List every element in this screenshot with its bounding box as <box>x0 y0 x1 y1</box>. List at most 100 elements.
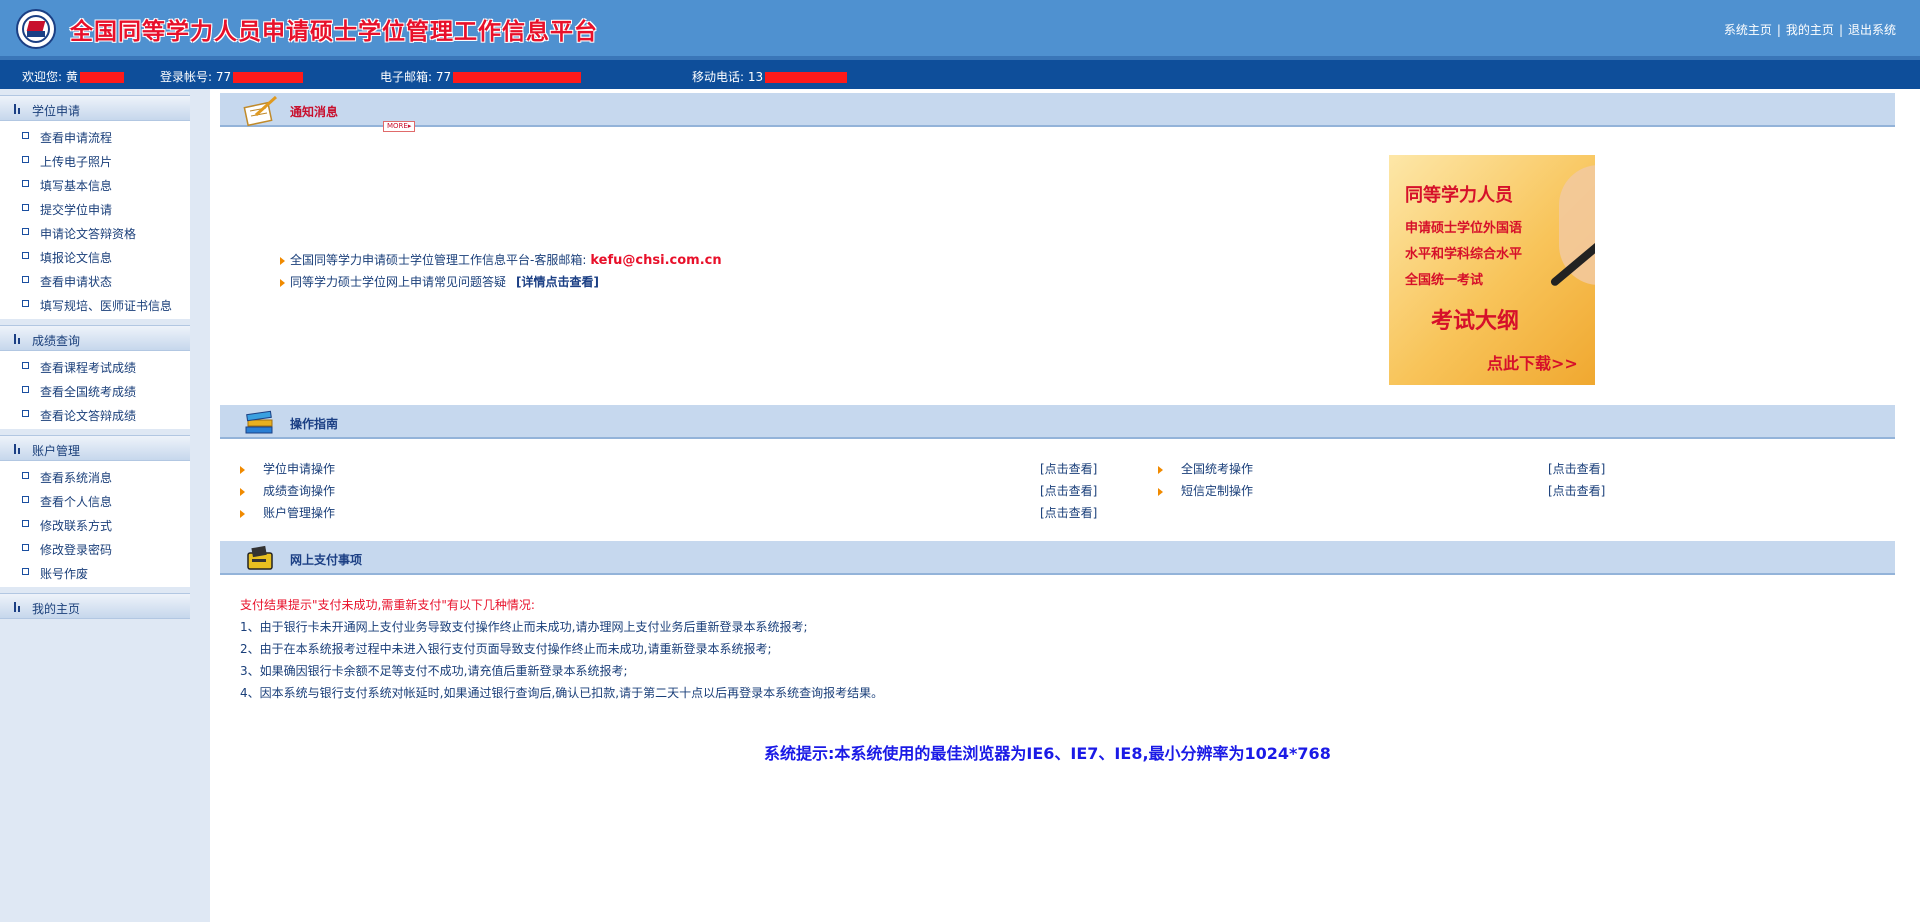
top-links: 系统主页 | 我的主页 | 退出系统 <box>1724 21 1896 38</box>
sidebar-item-label: 修改联系方式 <box>40 519 113 533</box>
link-separator: | <box>1838 23 1843 37</box>
link-separator: | <box>1776 23 1781 37</box>
sidebar-item[interactable]: 查看系统消息 <box>0 464 190 488</box>
guide-item-label: 账户管理操作 <box>263 506 336 520</box>
books-icon <box>245 410 273 434</box>
payment-note: 4、因本系统与银行支付系统对帐延时,如果通过银行查询后,确认已扣款,请于第二天十… <box>240 686 884 700</box>
sidebar-item-label: 填报论文信息 <box>40 251 113 265</box>
payment-note: 2、由于在本系统报考过程中未进入银行支付页面导致支付操作终止而未成功,请重新登录… <box>240 642 772 656</box>
square-bullet-icon <box>22 276 29 283</box>
sidebar-item[interactable]: 账号作废 <box>0 560 190 584</box>
sidebar-item[interactable]: 查看个人信息 <box>0 488 190 512</box>
system-home-link[interactable]: 系统主页 <box>1724 23 1772 37</box>
sidebar-section-header[interactable]: 学位申请 <box>0 95 190 121</box>
guide-view-link[interactable]: [点击查看] <box>1040 460 1097 477</box>
sidebar-menu: 学位申请查看申请流程 上传电子照片填写基本信息 提交学位申请申请论文答辩资格填报论文… <box>0 89 190 619</box>
square-bullet-icon <box>22 568 29 575</box>
guide-item-label: 短信定制操作 <box>1181 484 1254 498</box>
bar-chart-icon <box>14 444 22 454</box>
welcome-info: 欢迎您: 黄 <box>22 68 124 85</box>
notice-title: 通知消息 <box>290 105 339 119</box>
sidebar-item-label: 查看全国统考成绩 <box>40 385 137 399</box>
sidebar-section-items: 查看课程考试成绩查看全国统考成绩 查看论文答辩成绩 <box>0 351 190 429</box>
site-logo <box>16 9 56 49</box>
arrow-bullet-icon <box>1158 487 1163 496</box>
sidebar-item[interactable]: 修改登录密码 <box>0 536 190 560</box>
sidebar-item-label: 提交学位申请 <box>40 203 113 217</box>
payment-panel-header: 网上支付事项 <box>220 541 1895 575</box>
sidebar-item[interactable]: 上传电子照片 <box>0 148 190 172</box>
sidebar-item[interactable]: 查看申请状态 <box>0 268 190 292</box>
square-bullet-icon <box>22 300 29 307</box>
sidebar-section-label: 我的主页 <box>32 602 81 616</box>
banner-download-link[interactable]: 点此下载>> <box>1487 350 1578 374</box>
email-value: 77 <box>435 70 452 84</box>
sidebar: 学位申请查看申请流程 上传电子照片填写基本信息 提交学位申请申请论文答辩资格填报论文… <box>0 89 210 922</box>
guide-view-link[interactable]: [点击查看] <box>1040 504 1097 521</box>
payment-note: 3、如果确因银行卡余额不足等支付不成功,请充值后重新登录本系统报考; <box>240 664 628 678</box>
arrow-bullet-icon <box>240 509 245 518</box>
payment-title: 网上支付事项 <box>290 553 363 567</box>
site-title: 全国同等学力人员申请硕士学位管理工作信息平台 <box>70 19 598 45</box>
exam-syllabus-banner[interactable]: 同等学力人员 申请硕士学位外国语 水平和学科综合水平 全国统一考试 考试大纲 点… <box>1389 155 1595 385</box>
redaction-mark <box>79 72 124 83</box>
banner-line: 水平和学科综合水平 <box>1405 247 1523 262</box>
sidebar-item-label: 填写基本信息 <box>40 179 113 193</box>
sidebar-item[interactable]: 填写基本信息 <box>0 172 190 196</box>
sidebar-section-header[interactable]: 成绩查询 <box>0 325 190 351</box>
logout-link[interactable]: 退出系统 <box>1848 23 1896 37</box>
sidebar-item[interactable]: 修改联系方式 <box>0 512 190 536</box>
sidebar-section-header[interactable]: 我的主页 <box>0 593 190 619</box>
sidebar-item[interactable]: 填写规培、医师证书信息 <box>0 292 190 316</box>
guide-item-label: 成绩查询操作 <box>263 484 336 498</box>
redaction-mark <box>453 72 582 83</box>
notice-item: 同等学力硕士学位网上申请常见问题答疑 [详情点击查看] <box>280 273 599 290</box>
guide-item: 成绩查询操作 <box>240 482 335 499</box>
sidebar-item-label: 查看论文答辩成绩 <box>40 409 137 423</box>
sidebar-item[interactable]: 查看申请流程 <box>0 124 190 148</box>
sidebar-item-label: 填写规培、医师证书信息 <box>40 299 173 313</box>
banner-headline: 考试大纲 <box>1431 309 1520 334</box>
square-bullet-icon <box>22 386 29 393</box>
my-home-link[interactable]: 我的主页 <box>1786 23 1834 37</box>
guide-item: 账户管理操作 <box>240 504 335 521</box>
sidebar-item[interactable]: 申请论文答辩资格 <box>0 220 190 244</box>
sidebar-section-header[interactable]: 账户管理 <box>0 435 190 461</box>
banner-line: 全国统一考试 <box>1405 273 1484 288</box>
guide-item-label: 学位申请操作 <box>263 462 336 476</box>
sidebar-item[interactable]: 查看论文答辩成绩 <box>0 402 190 426</box>
account-label: 登录帐号: <box>160 70 213 84</box>
sidebar-item[interactable]: 提交学位申请 <box>0 196 190 220</box>
notice-text: 全国同等学力申请硕士学位管理工作信息平台-客服邮箱: <box>290 253 587 267</box>
guide-view-link[interactable]: [点击查看] <box>1548 460 1605 477</box>
square-bullet-icon <box>22 204 29 211</box>
sidebar-item[interactable]: 填报论文信息 <box>0 244 190 268</box>
email-info: 电子邮箱: 77 <box>380 68 582 85</box>
guide-item: 全国统考操作 <box>1158 460 1253 477</box>
sidebar-item-label: 查看申请状态 <box>40 275 113 289</box>
guide-title: 操作指南 <box>290 417 339 431</box>
welcome-label: 欢迎您: <box>22 70 63 84</box>
notice-text[interactable]: 同等学力硕士学位网上申请常见问题答疑 <box>290 275 506 289</box>
service-email[interactable]: kefu@chsi.com.cn <box>590 253 721 268</box>
square-bullet-icon <box>22 180 29 187</box>
sidebar-item-label: 查看个人信息 <box>40 495 113 509</box>
account-info: 登录帐号: 77 <box>160 68 304 85</box>
sidebar-section-label: 学位申请 <box>32 104 81 118</box>
square-bullet-icon <box>22 132 29 139</box>
sidebar-section-label: 成绩查询 <box>32 334 81 348</box>
phone-info: 移动电话: 13 <box>692 68 848 85</box>
sidebar-item[interactable]: 查看课程考试成绩 <box>0 354 190 378</box>
square-bullet-icon <box>22 228 29 235</box>
payment-intro: 支付结果提示"支付未成功,需重新支付"有以下几种情况: <box>240 598 535 612</box>
guide-view-link[interactable]: [点击查看] <box>1548 482 1605 499</box>
guide-view-link[interactable]: [点击查看] <box>1040 482 1097 499</box>
system-tip: 系统提示:本系统使用的最佳浏览器为IE6、IE7、IE8,最小分辨率为1024*… <box>764 744 1331 763</box>
user-info-bar: 欢迎您: 黄 登录帐号: 77 电子邮箱: 77 移动电话: 13 <box>0 56 1920 89</box>
sidebar-item[interactable]: 查看全国统考成绩 <box>0 378 190 402</box>
sidebar-item-label: 修改登录密码 <box>40 543 113 557</box>
arrow-bullet-icon <box>240 487 245 496</box>
more-link[interactable]: MORE▸ <box>383 121 416 132</box>
square-bullet-icon <box>22 410 29 417</box>
faq-detail-link[interactable]: [详情点击查看] <box>516 275 599 289</box>
